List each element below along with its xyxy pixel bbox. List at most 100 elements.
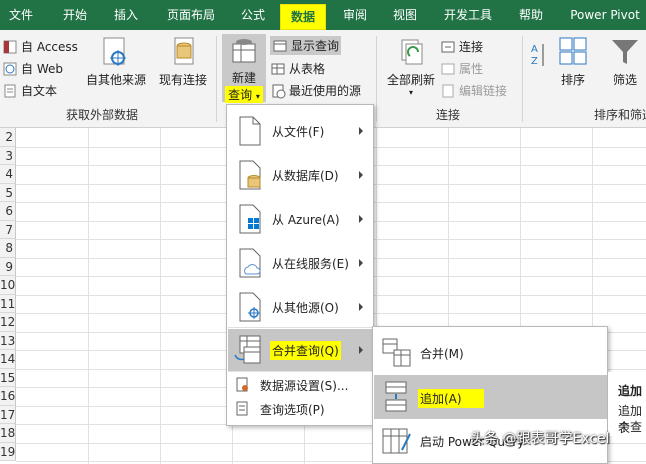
tab-power-pivot[interactable]: Power Pivot [566,0,644,30]
sort-button[interactable]: 排序 [556,36,590,88]
menu-item-label: 从文件(F) [272,124,325,139]
other-source-icon [239,292,261,322]
combine-queries-label: 合并查询(Q) [272,343,339,358]
chevron-right-icon [359,259,363,267]
tab-file[interactable]: 文件 [6,0,36,30]
access-icon [2,39,18,55]
connections-label: 连接 [459,40,484,54]
menu-separator [228,327,373,328]
row-header[interactable]: 4 [0,165,16,184]
row-header[interactable]: 15 [0,368,16,387]
sort-label: 排序 [560,73,585,87]
edit-links-button[interactable]: 编辑链接 [440,82,507,99]
from-access-button[interactable]: 自 Access [2,38,78,55]
group-label-sort-filter: 排序和筛选 [594,108,646,122]
filter-label: 筛选 [612,73,637,87]
tab-review[interactable]: 审阅 [338,0,372,30]
show-queries-label: 显示查询 [291,39,340,53]
row-header[interactable]: 9 [0,257,16,276]
row-header[interactable]: 19 [0,442,16,461]
submenu-item-merge[interactable]: 合并(M) [374,331,607,375]
svg-text:A: A [531,44,538,55]
row-header[interactable]: 6 [0,202,16,221]
tab-data[interactable]: 数据 [280,4,326,30]
row-header[interactable]: 2 [0,128,16,147]
chevron-right-icon [359,346,363,354]
sort-az-button[interactable]: AZ [528,40,548,83]
menu-item-label: 查询选项(P) [260,402,325,417]
tab-help[interactable]: 帮助 [514,0,548,30]
row-header[interactable]: 10 [0,276,16,295]
sort-icon [559,37,587,65]
chevron-down-icon: ▾ [408,88,413,97]
from-access-label: 自 Access [21,40,78,54]
tab-page-layout[interactable]: 页面布局 [160,0,222,30]
tab-formulas[interactable]: 公式 [236,0,270,30]
from-web-button[interactable]: 自 Web [2,60,63,77]
chevron-down-icon: ▾ [255,92,260,101]
properties-button[interactable]: 属性 [440,60,483,77]
filter-button[interactable]: 筛选 [608,36,642,88]
menu-item-query-options[interactable]: 查询选项(P) [228,397,373,421]
existing-connections-icon [174,37,194,65]
menu-item-label: 从其他源(O) [272,300,339,315]
merge-icon [382,338,411,367]
show-queries-button[interactable]: 显示查询 [270,36,342,55]
new-query-button[interactable]: 新建 查询 ▾ [222,34,266,103]
row-header[interactable]: 3 [0,146,16,165]
row-header[interactable]: 11 [0,294,16,313]
properties-icon [440,61,456,77]
chevron-right-icon [359,171,363,179]
ribbon-separator [216,36,217,122]
tab-view[interactable]: 视图 [388,0,422,30]
connections-button[interactable]: 连接 [440,38,483,55]
row-header[interactable]: 5 [0,183,16,202]
row-header[interactable]: 13 [0,331,16,350]
database-icon [239,160,261,190]
other-sources-button[interactable]: 自其他来源 [86,36,146,88]
group-label-get-external: 获取外部数据 [66,108,139,122]
combine-queries-icon [234,335,261,364]
grid-column-line [88,128,89,464]
append-label: 追加(A) [420,392,462,406]
row-header[interactable]: 8 [0,239,16,258]
row-header[interactable]: 12 [0,313,16,332]
settings-icon [236,377,248,392]
grid-column-line [160,128,161,464]
tab-developer[interactable]: 开发工具 [438,0,498,30]
submenu-item-append[interactable]: 追加(A) [374,375,607,419]
tooltip-line: 个查询 [618,420,643,434]
row-header[interactable]: 7 [0,220,16,239]
menu-item-label: 从数据库(D) [272,168,339,183]
chevron-right-icon [359,303,363,311]
chevron-right-icon [359,127,363,135]
tab-home[interactable]: 开始 [58,0,92,30]
watermark: 头条 @跟表哥学Excel [470,431,610,447]
row-header[interactable]: 14 [0,350,16,369]
refresh-all-button[interactable]: 全部刷新 ▾ [382,36,440,97]
svg-text:Z: Z [531,56,538,67]
row-header[interactable]: 17 [0,405,16,424]
menu-item-from-database[interactable]: 从数据库(D) [228,153,373,197]
new-query-menu: 从文件(F) 从数据库(D) 从 Azure(A) 从在线服务(E) 从其他源(… [226,104,374,426]
menu-item-label: 从 Azure(A) [272,212,340,227]
other-sources-icon [103,37,126,66]
row-header[interactable]: 16 [0,387,16,406]
from-text-label: 自文本 [21,84,58,98]
properties-label: 属性 [459,62,484,76]
power-query-icon [382,428,411,454]
file-icon [239,116,261,146]
menu-item-from-file[interactable]: 从文件(F) [228,109,373,153]
refresh-all-label: 全部刷新 [386,73,435,87]
existing-connections-button[interactable]: 现有连接 [158,36,208,88]
from-text-button[interactable]: 自文本 [2,82,57,99]
tab-insert[interactable]: 插入 [108,0,144,30]
from-table-button[interactable]: 从表格 [270,60,325,77]
recent-sources-button[interactable]: 最近使用的源 [270,82,361,99]
menu-item-from-azure[interactable]: 从 Azure(A) [228,197,373,241]
menu-item-data-source-settings[interactable]: 数据源设置(S)... [228,373,373,397]
menu-item-from-online-services[interactable]: 从在线服务(E) [228,241,373,285]
row-header[interactable]: 18 [0,424,16,443]
menu-item-from-other-sources[interactable]: 从其他源(O) [228,285,373,329]
menu-item-combine-queries[interactable]: 合并查询(Q) [228,329,373,371]
